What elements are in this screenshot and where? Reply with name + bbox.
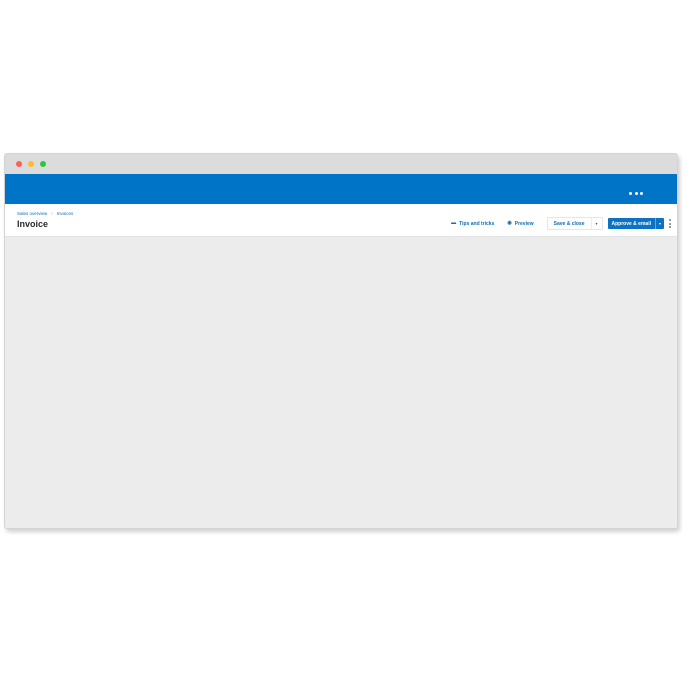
minimize-icon[interactable]: [28, 161, 34, 167]
maximize-icon[interactable]: [40, 161, 46, 167]
chevron-down-icon[interactable]: ▾: [654, 218, 664, 229]
page-title: Invoice: [17, 219, 49, 229]
approve-and-email-label: Approve & email: [611, 220, 651, 227]
breadcrumb-sales-overview[interactable]: Sales overview: [17, 211, 47, 216]
main-content-area: [5, 237, 677, 528]
chevron-down-icon[interactable]: ▾: [590, 218, 602, 229]
breadcrumb-separator-icon: ›: [51, 211, 53, 216]
preview-button[interactable]: ◉ Preview: [507, 221, 533, 227]
eye-icon: ◉: [507, 220, 512, 226]
header-actions: ▬ Tips and tricks ◉ Preview Save & close…: [451, 217, 671, 230]
save-and-close-label: Save & close: [553, 220, 585, 227]
preview-label: Preview: [514, 220, 534, 227]
approve-and-email-button[interactable]: Approve & email ▾: [607, 218, 664, 229]
window-titlebar: [5, 154, 677, 174]
browser-window: Sales overview › Invoices Invoice ▬ Tips…: [4, 153, 678, 529]
tips-and-tricks-button[interactable]: ▬ Tips and tricks: [451, 221, 494, 227]
breadcrumb-invoices[interactable]: Invoices: [57, 211, 74, 216]
tips-and-tricks-label: Tips and tricks: [459, 220, 495, 227]
save-and-close-button[interactable]: Save & close ▾: [546, 217, 603, 230]
more-horizontal-icon[interactable]: [629, 191, 643, 195]
more-vertical-icon[interactable]: [669, 219, 671, 228]
close-icon[interactable]: [16, 161, 22, 167]
lightbulb-icon: ▬: [451, 220, 457, 226]
page-header: Sales overview › Invoices Invoice ▬ Tips…: [5, 204, 677, 237]
app-top-bar: [5, 174, 677, 204]
breadcrumb: Sales overview › Invoices: [17, 211, 73, 216]
